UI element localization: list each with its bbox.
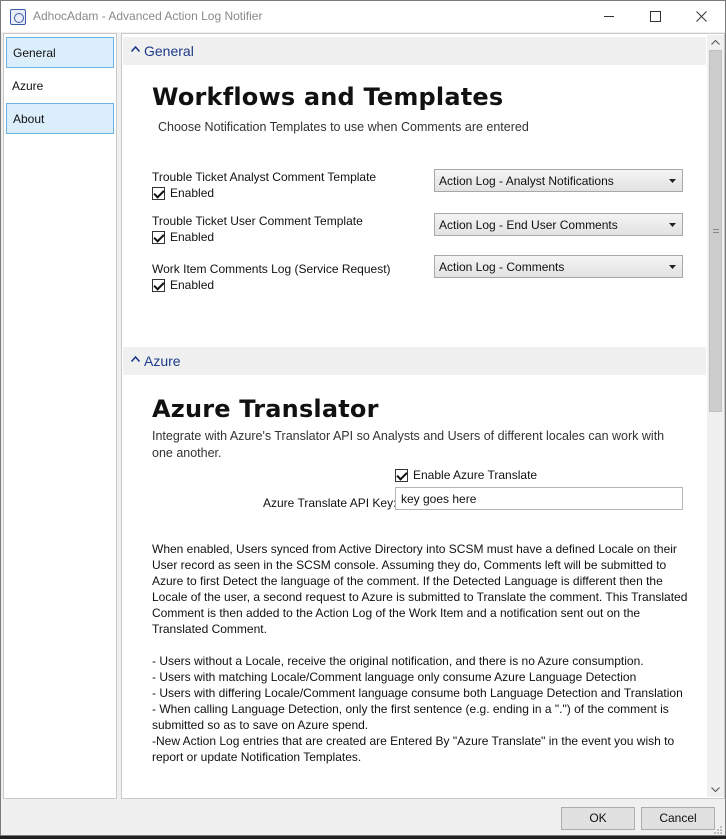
enable-azure-translate-checkbox[interactable]: Enable Azure Translate — [395, 468, 537, 482]
minimize-icon — [603, 16, 614, 17]
vertical-scrollbar[interactable] — [707, 35, 724, 797]
checkbox-box[interactable] — [152, 186, 165, 200]
checkbox-label: Enabled — [170, 230, 215, 244]
analyst-comment-template-label: Trouble Ticket Analyst Comment Template — [152, 170, 377, 184]
dropdown-value: Action Log - Comments — [439, 260, 565, 274]
azure-info-paragraph: When enabled, Users synced from Active D… — [152, 542, 688, 636]
minimize-button[interactable] — [586, 1, 632, 32]
scroll-down-arrow-icon[interactable] — [711, 787, 720, 792]
azure-description: Integrate with Azure's Translator API so… — [152, 429, 665, 460]
collapse-caret-icon — [131, 46, 140, 52]
work-item-comments-log-label: Work Item Comments Log (Service Request) — [152, 262, 391, 276]
analyst-template-dropdown[interactable]: Action Log - Analyst Notifications — [434, 169, 683, 192]
checkbox-box[interactable] — [395, 468, 408, 482]
scroll-up-arrow-icon[interactable] — [711, 40, 720, 45]
close-icon — [695, 11, 707, 22]
dropdown-arrow-icon — [669, 223, 676, 227]
content-panel: General Workflows and Templates Choose N… — [121, 33, 725, 799]
dropdown-arrow-icon — [669, 265, 676, 269]
close-button[interactable] — [678, 1, 724, 32]
cancel-button[interactable]: Cancel — [641, 807, 715, 830]
window-title: AdhocAdam - Advanced Action Log Notifier — [33, 9, 263, 23]
general-section-header[interactable]: General — [123, 37, 706, 65]
scrollbar-grip — [713, 229, 719, 233]
user-comment-template-label: Trouble Ticket User Comment Template — [152, 214, 363, 228]
analyst-enabled-checkbox[interactable]: Enabled — [152, 186, 214, 200]
azure-info-bullet: - Users with matching Locale/Comment lan… — [152, 670, 637, 684]
dropdown-value: Action Log - Analyst Notifications — [439, 174, 614, 188]
azure-translator-heading: Azure Translator — [152, 395, 379, 423]
resize-grip-icon[interactable] — [713, 825, 723, 835]
user-template-dropdown[interactable]: Action Log - End User Comments — [434, 213, 683, 236]
maximize-icon — [649, 11, 661, 22]
sidebar: General Azure About — [3, 33, 117, 799]
sidebar-item-azure[interactable]: Azure — [6, 71, 114, 102]
workflows-heading: Workflows and Templates — [152, 83, 504, 111]
azure-section-header[interactable]: Azure — [123, 347, 706, 375]
dropdown-value: Action Log - End User Comments — [439, 218, 618, 232]
sidebar-item-general[interactable]: General — [6, 37, 114, 68]
azure-info-bullet: - Users with differing Locale/Comment la… — [152, 686, 683, 700]
app-window: AdhocAdam - Advanced Action Log Notifier… — [0, 0, 726, 836]
sidebar-item-about[interactable]: About — [6, 103, 114, 134]
work-item-enabled-checkbox[interactable]: Enabled — [152, 278, 214, 292]
scrollbar-thumb[interactable] — [709, 50, 722, 412]
ok-button[interactable]: OK — [561, 807, 635, 830]
checkbox-box[interactable] — [152, 278, 165, 292]
azure-info-bullet: - When calling Language Detection, only … — [152, 702, 669, 732]
checkbox-label: Enabled — [170, 278, 215, 292]
checkbox-label: Enabled — [170, 186, 215, 200]
work-item-template-dropdown[interactable]: Action Log - Comments — [434, 255, 683, 278]
checkbox-label: Enable Azure Translate — [413, 468, 538, 482]
checkbox-box[interactable] — [152, 230, 165, 244]
maximize-button[interactable] — [632, 1, 678, 32]
api-key-label: Azure Translate API Key: — [263, 496, 397, 510]
collapse-caret-icon — [131, 356, 140, 362]
user-enabled-checkbox[interactable]: Enabled — [152, 230, 214, 244]
azure-section-label: Azure — [144, 353, 181, 369]
azure-info-bullet: -New Action Log entries that are created… — [152, 734, 675, 764]
api-key-input[interactable] — [395, 487, 683, 510]
azure-info-block: When enabled, Users synced from Active D… — [152, 541, 692, 765]
title-bar: AdhocAdam - Advanced Action Log Notifier — [1, 1, 725, 32]
workflows-subtitle: Choose Notification Templates to use whe… — [158, 120, 529, 134]
general-section-label: General — [144, 43, 194, 59]
dropdown-arrow-icon — [669, 179, 676, 183]
azure-info-bullet: - Users without a Locale, receive the or… — [152, 654, 644, 668]
app-icon — [10, 9, 26, 25]
